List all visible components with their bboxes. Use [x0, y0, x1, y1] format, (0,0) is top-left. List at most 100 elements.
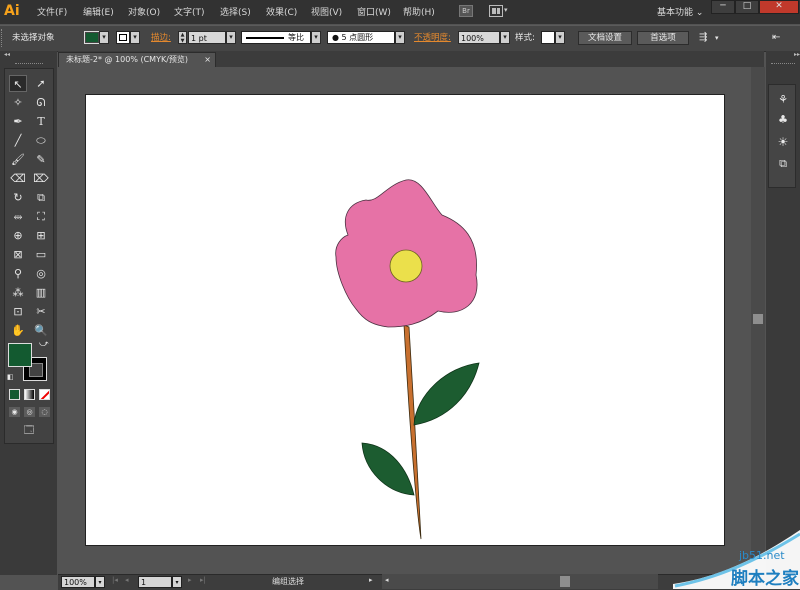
document-tab[interactable]: 未标题-2* @ 100% (CMYK/预览) ×	[58, 52, 216, 67]
stroke-weight-field[interactable]: 1 pt	[188, 31, 226, 44]
opacity-dropdown[interactable]: ▾	[500, 31, 510, 44]
appearance-panel-icon[interactable]: ☀	[773, 133, 793, 151]
type-tool-icon[interactable]: T	[32, 113, 50, 130]
mesh-tool-icon[interactable]: ⊠	[9, 246, 27, 263]
perspective-grid-tool-icon[interactable]: ⊞	[32, 227, 50, 244]
draw-inside-icon[interactable]: ◌	[39, 407, 50, 417]
pencil-tool-icon[interactable]: ✎	[32, 151, 50, 168]
stroke-dropdown[interactable]: ▾	[130, 31, 140, 44]
align-options-icon[interactable]: ⇶	[699, 31, 707, 45]
rotate-tool-icon[interactable]: ↻	[9, 189, 27, 206]
dock-expand-icon[interactable]: ▸▸	[766, 52, 800, 58]
screen-mode-icon[interactable]: 🗔	[20, 425, 38, 437]
menu-object[interactable]: 对象(O)	[128, 5, 160, 18]
artboard-dropdown[interactable]: ▾	[172, 576, 182, 588]
opacity-label[interactable]: 不透明度:	[414, 31, 451, 45]
color-mode-icon[interactable]	[9, 389, 20, 400]
arrange-dropdown-icon[interactable]: ▾	[504, 6, 508, 14]
right-leaf[interactable]	[413, 362, 480, 426]
menu-edit[interactable]: 编辑(E)	[83, 5, 114, 18]
status-menu-icon[interactable]: ▸	[369, 576, 373, 584]
blob-brush-tool-icon[interactable]: ⌫	[9, 170, 27, 187]
menu-file[interactable]: 文件(F)	[37, 5, 67, 18]
menu-view[interactable]: 视图(V)	[311, 5, 342, 18]
last-artboard-icon[interactable]: ▸|	[200, 576, 206, 584]
dock-grip[interactable]	[771, 63, 795, 65]
gradient-mode-icon[interactable]	[24, 389, 35, 400]
pen-tool-icon[interactable]: ✒	[9, 113, 27, 130]
menu-effect[interactable]: 效果(C)	[266, 5, 297, 18]
line-tool-icon[interactable]: ╱	[9, 132, 27, 149]
first-artboard-icon[interactable]: |◂	[112, 576, 118, 584]
artboard[interactable]	[85, 94, 725, 546]
fill-color-swatch[interactable]	[84, 31, 100, 44]
graphic-styles-panel-icon[interactable]: ⧉	[773, 155, 793, 173]
eraser-tool-icon[interactable]: ⌦	[32, 170, 50, 187]
stem[interactable]	[403, 324, 422, 540]
fill-box[interactable]	[8, 343, 32, 367]
grip-handle[interactable]	[1, 29, 5, 47]
document-setup-button[interactable]: 文档设置	[578, 31, 632, 45]
brush-definition[interactable]: ● 5 点圆形	[327, 31, 395, 44]
brushes-panel-icon[interactable]: ⚘	[773, 91, 793, 109]
menu-type[interactable]: 文字(T)	[174, 5, 205, 18]
swap-fill-stroke-icon[interactable]: ⤻	[39, 339, 49, 349]
artboard-tool-icon[interactable]: ⊡	[9, 303, 27, 320]
draw-behind-icon[interactable]: ◎	[24, 407, 35, 417]
maximize-button[interactable]: □	[735, 0, 759, 14]
scroll-left-icon[interactable]: ◂	[385, 576, 389, 584]
symbols-panel-icon[interactable]: ♣	[773, 111, 793, 129]
close-tab-icon[interactable]: ×	[204, 53, 211, 66]
default-colors-icon[interactable]: ◧	[7, 373, 14, 381]
brush-dropdown[interactable]: ▾	[395, 31, 405, 44]
arrange-documents-icon[interactable]	[489, 5, 503, 17]
left-leaf[interactable]	[361, 442, 415, 496]
paintbrush-tool-icon[interactable]: 🖌	[9, 151, 27, 168]
ellipse-tool-icon[interactable]: ⬭	[32, 132, 50, 149]
blend-tool-icon[interactable]: ◎	[32, 265, 50, 282]
menu-select[interactable]: 选择(S)	[220, 5, 251, 18]
none-mode-icon[interactable]	[39, 389, 50, 400]
column-graph-tool-icon[interactable]: ▥	[32, 284, 50, 301]
shape-builder-tool-icon[interactable]: ⊕	[9, 227, 27, 244]
opacity-field[interactable]: 100%	[458, 31, 500, 44]
profile-dropdown[interactable]: ▾	[311, 31, 321, 44]
stroke-weight-dropdown[interactable]: ▾	[226, 31, 236, 44]
free-transform-tool-icon[interactable]: ⛶	[32, 208, 50, 225]
stroke-weight-stepper[interactable]: ▲ ▼	[178, 31, 187, 44]
style-dropdown[interactable]: ▾	[555, 31, 565, 44]
vertical-scroll-thumb[interactable]	[753, 314, 763, 324]
artboard-number-field[interactable]: 1	[138, 576, 172, 588]
status-text[interactable]: 编组选择	[272, 576, 304, 587]
tools-collapse-icon[interactable]: ◂◂	[4, 52, 54, 58]
gradient-tool-icon[interactable]: ▭	[32, 246, 50, 263]
workspace-switcher[interactable]: 基本功能 ⌄	[657, 5, 703, 18]
stroke-label[interactable]: 描边:	[151, 31, 171, 45]
lasso-tool-icon[interactable]: ᘏ	[32, 94, 50, 111]
menu-help[interactable]: 帮助(H)	[403, 5, 435, 18]
width-tool-icon[interactable]: ⥈	[9, 208, 27, 225]
menu-window[interactable]: 窗口(W)	[357, 5, 391, 18]
tools-grip[interactable]	[15, 63, 43, 65]
minimize-button[interactable]: ─	[711, 0, 735, 14]
hand-tool-icon[interactable]: ✋	[9, 322, 27, 339]
magic-wand-tool-icon[interactable]: ✧	[9, 94, 27, 111]
draw-normal-icon[interactable]: ◉	[9, 407, 20, 417]
scale-tool-icon[interactable]: ⧉	[32, 189, 50, 206]
zoom-field[interactable]: 100%	[61, 576, 95, 588]
align-dropdown-icon[interactable]: ▾	[715, 31, 719, 45]
horizontal-scroll-thumb[interactable]	[560, 576, 570, 587]
graphic-style-swatch[interactable]	[541, 31, 555, 44]
preferences-button[interactable]: 首选项	[637, 31, 689, 45]
selection-tool-icon[interactable]: ↖	[9, 75, 27, 92]
symbol-sprayer-tool-icon[interactable]: ⁂	[9, 284, 27, 301]
zoom-dropdown[interactable]: ▾	[95, 576, 105, 588]
variable-width-profile[interactable]: 等比	[241, 31, 311, 44]
prev-artboard-icon[interactable]: ◂	[125, 576, 129, 584]
zoom-tool-icon[interactable]: 🔍	[32, 322, 50, 339]
close-button[interactable]: ✕	[759, 0, 799, 14]
flower-center[interactable]	[389, 249, 423, 283]
horizontal-scrollbar[interactable]: ◂	[382, 574, 658, 589]
bridge-icon[interactable]: Br	[459, 5, 473, 17]
next-artboard-icon[interactable]: ▸	[188, 576, 192, 584]
